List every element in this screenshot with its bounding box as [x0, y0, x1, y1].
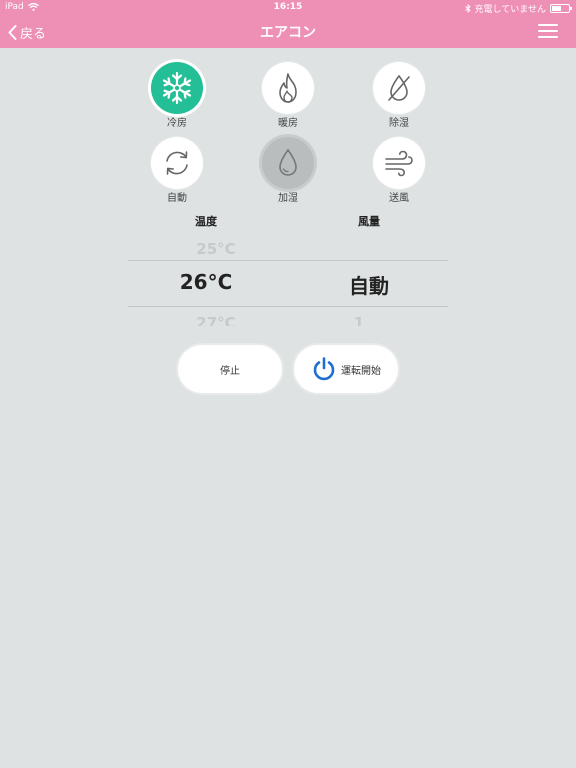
stop-button[interactable]: 停止 — [178, 345, 282, 393]
mode-auto-button[interactable] — [151, 137, 203, 189]
mode-auto-label: 自動 — [167, 193, 187, 204]
mode-humidify[interactable]: 加湿 — [248, 137, 328, 205]
picker-divider-bottom — [128, 306, 448, 307]
mode-humidify-label: 加湿 — [278, 193, 298, 204]
mode-heat[interactable]: 暖房 — [248, 62, 328, 130]
mode-fan[interactable]: 送風 — [359, 137, 439, 205]
temperature-header: 温度 — [195, 215, 217, 228]
status-right: 充電していません — [464, 2, 572, 15]
mode-dry[interactable]: 除湿 — [359, 62, 439, 130]
picker-divider-top — [128, 260, 448, 261]
fan-speed-option-selected[interactable]: 自動 — [299, 270, 439, 299]
cycle-arrows-icon — [166, 151, 188, 175]
flame-icon — [279, 73, 297, 103]
start-label: 運転開始 — [341, 365, 381, 377]
mode-cool-button[interactable] — [151, 62, 203, 114]
mode-auto[interactable]: 自動 — [137, 137, 217, 205]
navigation-bar: iPad 16:15 充電していません 戻る エアコン — [0, 0, 576, 48]
snowflake-icon — [162, 71, 192, 105]
fan-speed-header: 風量 — [358, 215, 380, 228]
temperature-option-next[interactable]: 27°C — [146, 314, 286, 326]
start-operation-button[interactable]: 運転開始 — [294, 345, 398, 393]
charge-status: 充電していません — [474, 5, 546, 15]
page-title: エアコン — [260, 25, 316, 41]
mode-fan-label: 送風 — [389, 193, 409, 204]
mode-heat-label: 暖房 — [278, 118, 298, 129]
status-bar: iPad 16:15 充電していません — [0, 0, 576, 16]
mode-fan-button[interactable] — [373, 137, 425, 189]
mode-dry-label: 除湿 — [389, 118, 409, 129]
stop-label: 停止 — [220, 365, 240, 377]
battery-icon — [550, 4, 572, 13]
mode-dry-button[interactable] — [373, 62, 425, 114]
mode-heat-button[interactable] — [262, 62, 314, 114]
mode-humidify-button[interactable] — [262, 137, 314, 189]
mode-cool-label: 冷房 — [167, 118, 187, 129]
fan-speed-option-next[interactable]: 1 — [289, 314, 429, 326]
hamburger-menu-icon[interactable] — [538, 24, 558, 40]
temperature-option-selected[interactable]: 26°C — [136, 270, 276, 294]
bluetooth-icon — [464, 4, 471, 13]
mode-cool[interactable]: 冷房 — [137, 62, 217, 130]
wind-icon — [385, 150, 413, 177]
drop-slash-icon — [388, 74, 410, 101]
power-icon — [313, 357, 335, 381]
temperature-option-prev[interactable]: 25°C — [146, 240, 286, 254]
water-drop-icon — [279, 148, 297, 176]
